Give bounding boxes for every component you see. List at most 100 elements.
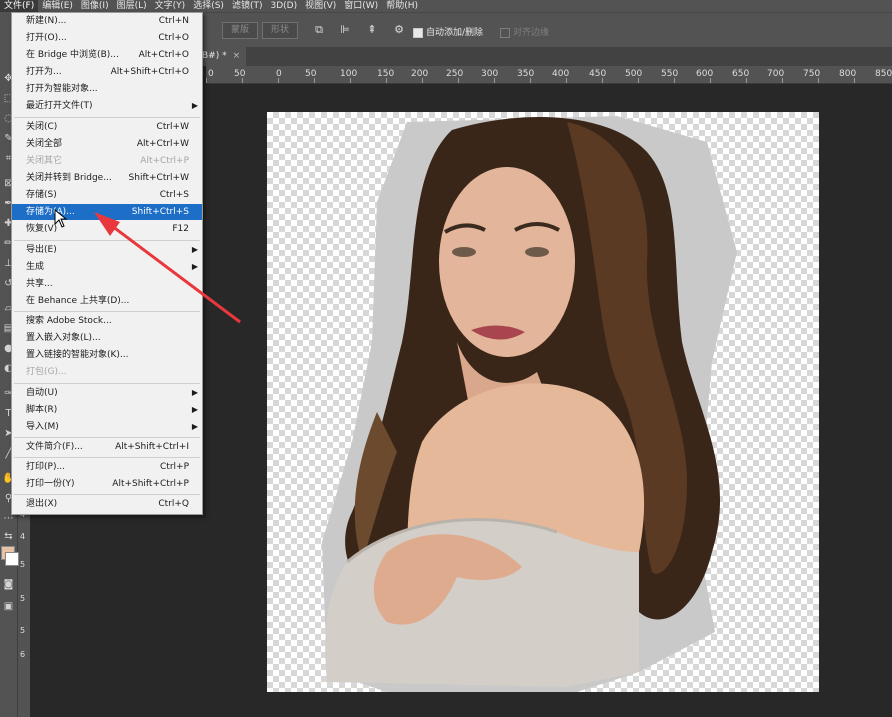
close-tab-icon[interactable]: ×: [233, 51, 241, 61]
menu-item-search-adobe-stock[interactable]: 搜索 Adobe Stock...: [12, 313, 202, 329]
mask-button[interactable]: 蒙版: [222, 22, 259, 39]
submenu-arrow-icon: ▶: [191, 262, 198, 271]
menu-3d[interactable]: 3D(D): [266, 0, 301, 12]
menu-item-close[interactable]: 关闭(C) Ctrl+W: [12, 119, 202, 135]
menu-item-label: 脚本(R): [26, 405, 58, 415]
menu-item-scripts[interactable]: 脚本(R) ▶: [12, 402, 202, 418]
menu-item-label: 在 Behance 上共享(D)...: [26, 296, 130, 306]
ruler-label: 100: [340, 69, 358, 79]
menu-bar: 文件(F) 编辑(E) 图像(I) 图层(L) 文字(Y) 选择(S) 滤镜(T…: [0, 0, 892, 12]
menu-item-shortcut: Ctrl+W: [156, 122, 189, 132]
menu-separator: [14, 117, 200, 118]
menu-item-label: 生成: [26, 262, 45, 272]
shape-button[interactable]: 形状: [262, 22, 299, 39]
screen-mode-icon[interactable]: ▣: [2, 600, 15, 613]
menu-item-shortcut: Alt+Ctrl+O: [138, 50, 189, 60]
submenu-arrow-icon: ▶: [191, 422, 198, 431]
align-edges-option[interactable]: 对齐边缘: [500, 25, 549, 38]
ruler-label: 850: [875, 69, 892, 79]
submenu-arrow-icon: ▶: [191, 405, 198, 414]
menu-help[interactable]: 帮助(H): [382, 0, 422, 12]
menu-item-print[interactable]: 打印(P)... Ctrl+P: [12, 459, 202, 475]
menu-item-shortcut: Alt+Shift+Ctrl+P: [112, 479, 189, 489]
document-tab-title: B#) *: [202, 51, 227, 61]
path-alignment-icon[interactable]: ⊫: [339, 24, 351, 36]
menu-item-label: 搜索 Adobe Stock...: [26, 316, 112, 326]
menu-separator: [14, 457, 200, 458]
ruler-label: 200: [411, 69, 429, 79]
menu-edit[interactable]: 编辑(E): [38, 0, 77, 12]
ruler-label: 5: [20, 560, 26, 569]
document-tab[interactable]: B#) * ×: [196, 47, 247, 66]
menu-item-save[interactable]: 存储(S) Ctrl+S: [12, 187, 202, 203]
menu-item-shortcut: Ctrl+N: [158, 16, 189, 26]
menu-item-close-all[interactable]: 关闭全部 Alt+Ctrl+W: [12, 136, 202, 152]
menu-type[interactable]: 文字(Y): [151, 0, 190, 12]
menu-item-shortcut: Alt+Shift+Ctrl+O: [110, 67, 189, 77]
menu-item-place-linked[interactable]: 置入链接的智能对象(K)...: [12, 347, 202, 363]
menu-item-label: 关闭(C): [26, 122, 58, 132]
menu-item-automate[interactable]: 自动(U) ▶: [12, 385, 202, 401]
menu-item-place-embedded[interactable]: 置入嵌入对象(L)...: [12, 330, 202, 346]
menu-window[interactable]: 窗口(W): [340, 0, 382, 12]
menu-item-shortcut: Shift+Ctrl+W: [128, 173, 189, 183]
menu-item-share-on-behance[interactable]: 在 Behance 上共享(D)...: [12, 293, 202, 309]
menu-item-close-and-go-to-bridge[interactable]: 关闭并转到 Bridge... Shift+Ctrl+W: [12, 170, 202, 186]
menu-image[interactable]: 图像(I): [77, 0, 113, 12]
menu-item-label: 文件简介(F)...: [26, 442, 83, 452]
menu-item-shortcut: Ctrl+S: [159, 190, 189, 200]
ruler-label: 550: [661, 69, 679, 79]
path-arrangement-icon[interactable]: ⇞: [366, 24, 378, 36]
menu-item-label: 打印一份(Y): [26, 479, 75, 489]
gear-icon[interactable]: ⚙: [393, 24, 405, 36]
menu-layer[interactable]: 图层(L): [113, 0, 151, 12]
menu-item-generate[interactable]: 生成 ▶: [12, 259, 202, 275]
menu-item-exit[interactable]: 退出(X) Ctrl+Q: [12, 496, 202, 512]
menu-item-open-as[interactable]: 打开为... Alt+Shift+Ctrl+O: [12, 64, 202, 80]
path-operations-icon[interactable]: ⧉: [313, 24, 325, 36]
menu-item-revert[interactable]: 恢复(V) F12: [12, 221, 202, 237]
menu-item-shortcut: F12: [172, 224, 189, 234]
menu-item-open-as-smart-object[interactable]: 打开为智能对象...: [12, 81, 202, 97]
menu-item-label: 退出(X): [26, 499, 58, 509]
align-edges-checkbox[interactable]: [500, 27, 510, 38]
menu-separator: [14, 494, 200, 495]
ruler-label: 5: [20, 626, 26, 635]
menu-item-label: 导入(M): [26, 422, 59, 432]
menu-item-import[interactable]: 导入(M) ▶: [12, 419, 202, 435]
menu-filter[interactable]: 滤镜(T): [228, 0, 267, 12]
menu-item-print-one-copy[interactable]: 打印一份(Y) Alt+Shift+Ctrl+P: [12, 476, 202, 492]
auto-add-delete-checkbox[interactable]: [413, 27, 423, 38]
menu-view[interactable]: 视图(V): [301, 0, 340, 12]
menu-item-export[interactable]: 导出(E) ▶: [12, 242, 202, 258]
ruler-label: 450: [589, 69, 607, 79]
ruler-label: 500: [625, 69, 643, 79]
menu-separator: [14, 240, 200, 241]
menu-item-share[interactable]: 共享...: [12, 276, 202, 292]
menu-item-new[interactable]: 新建(N)... Ctrl+N: [12, 13, 202, 29]
menu-select[interactable]: 选择(S): [189, 0, 228, 12]
auto-add-delete-option[interactable]: 自动添加/删除: [413, 25, 483, 38]
ruler-label: 50: [234, 69, 246, 79]
menu-item-recent-files[interactable]: 最近打开文件(T) ▶: [12, 98, 202, 114]
menu-item-browse-in-bridge[interactable]: 在 Bridge 中浏览(B)... Alt+Ctrl+O: [12, 47, 202, 63]
menu-item-save-as[interactable]: 存储为(A)... Shift+Ctrl+S: [12, 204, 202, 220]
menu-item-label: 存储为(A)...: [26, 207, 75, 217]
background-color-swatch[interactable]: [5, 552, 19, 566]
document-canvas[interactable]: [267, 112, 819, 692]
swap-colors-icon[interactable]: ⇆: [2, 530, 15, 543]
ruler-label: 4: [20, 532, 26, 541]
quick-mask-icon[interactable]: ◙: [2, 578, 15, 591]
menu-item-label: 恢复(V): [26, 224, 58, 234]
menu-item-label: 置入链接的智能对象(K)...: [26, 350, 129, 360]
menu-item-label: 打开为...: [26, 67, 62, 77]
menu-item-file-info[interactable]: 文件简介(F)... Alt+Shift+Ctrl+I: [12, 439, 202, 455]
menu-item-shortcut: Ctrl+O: [158, 33, 189, 43]
menu-item-open[interactable]: 打开(O)... Ctrl+O: [12, 30, 202, 46]
menu-separator: [14, 311, 200, 312]
portrait-image: [322, 116, 737, 692]
menu-item-shortcut: Ctrl+Q: [158, 499, 189, 509]
menu-file[interactable]: 文件(F): [0, 0, 39, 12]
menu-separator: [14, 437, 200, 438]
ruler-label: 350: [517, 69, 535, 79]
